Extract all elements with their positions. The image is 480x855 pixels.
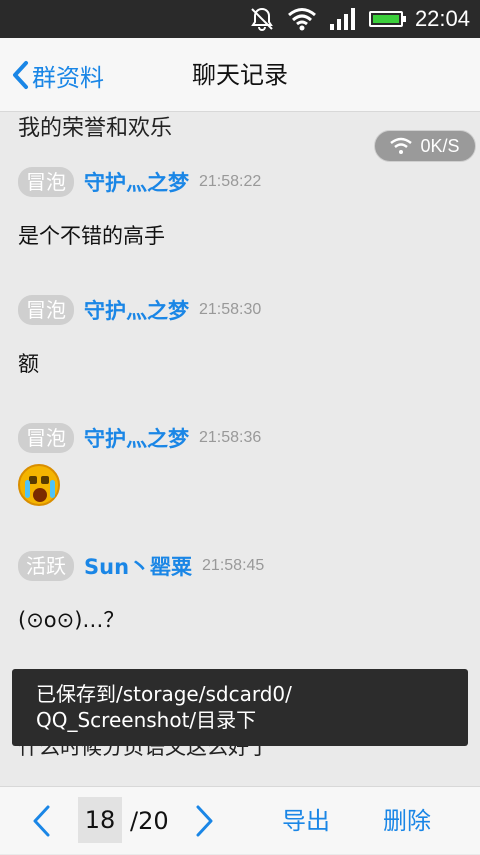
status-time: 22:04 bbox=[414, 6, 470, 31]
toast-notification: 已保存到/storage/sdcard0/ QQ_Screenshot/目录下 bbox=[12, 669, 468, 746]
level-badge: 冒泡 bbox=[18, 295, 74, 325]
status-bar: 22:04 bbox=[0, 0, 480, 38]
wifi-icon bbox=[390, 137, 413, 154]
list-item[interactable]: 冒泡 守护灬之梦 21:58:36 bbox=[18, 422, 468, 506]
page-number-input[interactable]: 18 bbox=[78, 797, 122, 843]
network-speed-indicator: 0K/S bbox=[374, 130, 476, 162]
message-text: (⊙o⊙)…？ bbox=[18, 608, 125, 632]
level-badge: 冒泡 bbox=[18, 423, 74, 453]
back-button[interactable]: 群资料 bbox=[10, 38, 104, 112]
mute-bell-icon bbox=[251, 7, 273, 31]
toast-line: QQ_Screenshot/目录下 bbox=[36, 708, 257, 732]
toast-line: 已保存到/storage/sdcard0/ bbox=[36, 682, 292, 706]
battery-icon bbox=[368, 11, 406, 27]
message-text: 是个不错的高手 bbox=[18, 224, 165, 248]
delete-button[interactable]: 删除 bbox=[383, 787, 431, 855]
wifi-icon bbox=[287, 8, 316, 31]
page-total: /20 bbox=[130, 807, 169, 835]
back-label: 群资料 bbox=[32, 63, 104, 92]
crying-face-emoji bbox=[18, 464, 60, 506]
next-page-button[interactable] bbox=[194, 787, 216, 855]
message-time: 21:58:36 bbox=[199, 429, 262, 446]
message-time: 21:58:22 bbox=[199, 173, 262, 190]
chevron-left-icon bbox=[33, 805, 50, 837]
pager-bar: 18 /20 导出 删除 bbox=[0, 786, 480, 854]
message-time: 21:58:45 bbox=[202, 557, 265, 574]
message-time: 21:58:30 bbox=[199, 301, 262, 318]
level-badge: 冒泡 bbox=[18, 167, 74, 197]
export-button[interactable]: 导出 bbox=[282, 787, 330, 855]
sender-name[interactable]: 守护灬之梦 bbox=[84, 295, 189, 325]
title-bar: 群资料 聊天记录 bbox=[0, 38, 480, 112]
sender-name[interactable]: Sun丶罂粟 bbox=[84, 551, 192, 581]
chevron-left-icon bbox=[13, 61, 28, 89]
chevron-right-icon bbox=[196, 805, 213, 837]
level-badge: 活跃 bbox=[18, 551, 74, 581]
list-item[interactable]: 活跃 Sun丶罂粟 21:58:45 (⊙o⊙)…？ bbox=[18, 550, 468, 634]
list-item[interactable]: 冒泡 守护灬之梦 21:58:30 额 bbox=[18, 294, 468, 378]
signal-icon bbox=[329, 8, 355, 30]
speed-value: 0K/S bbox=[420, 135, 460, 156]
prev-page-button[interactable] bbox=[30, 787, 52, 855]
sender-name[interactable]: 守护灬之梦 bbox=[84, 423, 189, 453]
message-text: 额 bbox=[18, 352, 39, 376]
message-text: 我的荣誉和欢乐 bbox=[18, 116, 173, 141]
list-item[interactable]: 冒泡 守护灬之梦 21:58:22 是个不错的高手 bbox=[18, 166, 468, 250]
sender-name[interactable]: 守护灬之梦 bbox=[84, 167, 189, 197]
